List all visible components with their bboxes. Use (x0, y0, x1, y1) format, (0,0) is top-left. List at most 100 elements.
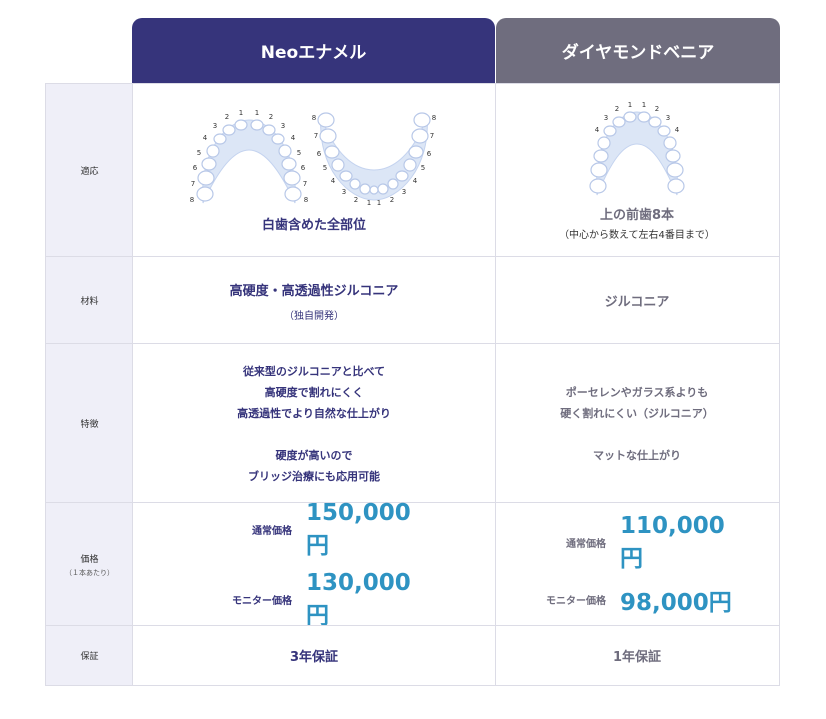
upper-jaw-diagram: 1 1 2 2 3 3 4 4 5 5 6 6 7 7 8 8 (190, 109, 308, 204)
row-scope: 適応 11 22 3 3 4 4 5 5 6 6 7 7 8 8 8 8 7 7… (45, 83, 780, 257)
feature-line: 硬く割れにくい（ジルコニア） (560, 406, 714, 420)
price-monitor-value: 98,000円 (620, 589, 732, 616)
row-label: 価格 （１本あたり） (45, 503, 133, 626)
row-label-sub: （１本あたり） (65, 568, 114, 577)
header-neo-enamel: Neoエナメル (132, 18, 495, 83)
feature-line: ポーセレンやガラス系よりも (565, 385, 709, 399)
svg-text:4: 4 (413, 177, 418, 185)
svg-text:7: 7 (314, 132, 318, 140)
row-label-text: 特徴 (80, 420, 99, 430)
feature-line: 従来型のジルコニアと比べて (242, 364, 386, 378)
feature-line: 硬度が高いので (275, 448, 353, 462)
svg-text:3: 3 (281, 122, 285, 130)
svg-text:1: 1 (367, 199, 371, 207)
svg-text:4: 4 (203, 134, 208, 142)
row-label-text: 価格 (80, 554, 99, 565)
svg-text:5: 5 (197, 149, 201, 157)
svg-text:5: 5 (297, 149, 301, 157)
header-diamond-veneer: ダイヤモンドベニア (496, 18, 780, 83)
feature-line: マットな仕上がり (593, 448, 681, 462)
feature-line: 高硬度で割れにくく (264, 385, 364, 399)
row-label: 適応 (45, 84, 133, 257)
price-regular: 通常価格 110,000円 (536, 513, 738, 573)
svg-text:8: 8 (432, 114, 436, 122)
upper-front-teeth-diagram: 1 1 2 2 3 3 4 4 (589, 101, 685, 196)
feature-line: 高透過性でより自然な仕上がり (237, 406, 391, 420)
warranty-diamond-text: 1年保証 (612, 650, 662, 665)
svg-text:1: 1 (628, 101, 632, 109)
material-neo-main: 高硬度・高透過性ジルコニア (229, 283, 399, 299)
material-neo-cell: 高硬度・高透過性ジルコニア （独自開発） (132, 257, 496, 344)
scope-diamond-sub: （中心から数えて左右4番目まで） (559, 230, 715, 241)
svg-text:3: 3 (402, 188, 406, 196)
svg-text:1: 1 (255, 109, 259, 117)
teeth-diagram-full: 11 22 33 44 55 66 77 88 8 8 7 7 6 6 5 5 … (189, 108, 439, 208)
warranty-neo-text: 3年保証 (289, 650, 339, 665)
svg-text:4: 4 (595, 126, 600, 134)
svg-text:3: 3 (342, 188, 346, 196)
features-neo-cell: 従来型のジルコニアと比べて 高硬度で割れにくく 高透過性でより自然な仕上がり 硬… (132, 344, 496, 503)
svg-text:3: 3 (213, 122, 217, 130)
price-monitor: モニター価格 98,000円 (536, 583, 738, 617)
features-diamond-cell: ポーセレンやガラス系よりも 硬く割れにくい（ジルコニア） マットな仕上がり (495, 344, 780, 503)
scope-neo-cell: 11 22 33 44 55 66 77 88 8 8 7 7 6 6 5 5 … (132, 84, 496, 257)
scope-diamond-main: 上の前歯8本 (599, 208, 675, 223)
price-monitor-value: 130,000円 (306, 569, 411, 629)
price-neo-cell: 通常価格 150,000円 モニター価格 130,000円 (132, 500, 496, 629)
feature-line: ブリッジ治療にも応用可能 (248, 469, 380, 483)
row-label: 保証 (45, 626, 133, 685)
svg-text:4: 4 (331, 177, 336, 185)
row-label-text: 材料 (80, 297, 99, 307)
price-regular: 通常価格 150,000円 (204, 500, 424, 560)
price-regular-value: 110,000円 (620, 512, 725, 572)
row-label: 材料 (45, 257, 133, 344)
row-label-text: 適応 (80, 167, 99, 177)
row-warranty: 保証 3年保証 1年保証 (45, 625, 780, 686)
lower-jaw-diagram: 8 8 7 7 6 6 5 5 4 4 3 3 2 2 11 (312, 112, 436, 207)
price-monitor: モニター価格 130,000円 (204, 570, 424, 630)
svg-text:6: 6 (427, 150, 432, 158)
svg-text:2: 2 (225, 113, 229, 121)
svg-text:3: 3 (604, 114, 608, 122)
scope-diamond-cell: 1 1 2 2 3 3 4 4 上の前歯8本 （中心から数えて左右4番目まで） (495, 84, 780, 257)
svg-text:2: 2 (615, 105, 619, 113)
price-monitor-label: モニター価格 (546, 596, 606, 607)
svg-text:7: 7 (303, 180, 307, 188)
svg-text:7: 7 (430, 132, 434, 140)
svg-text:1: 1 (642, 101, 646, 109)
svg-text:5: 5 (323, 164, 327, 172)
comparison-table: Neoエナメル ダイヤモンドベニア 適応 1 1 2 2 3 3 4 4 5 5… (45, 18, 780, 686)
material-diamond-cell: ジルコニア (495, 257, 780, 344)
svg-text:8: 8 (304, 196, 308, 204)
price-regular-label: 通常価格 (566, 539, 606, 550)
svg-text:4: 4 (675, 126, 680, 134)
svg-text:1: 1 (377, 199, 381, 207)
material-diamond-text: ジルコニア (604, 295, 670, 310)
svg-text:2: 2 (269, 113, 273, 121)
svg-text:4: 4 (291, 134, 296, 142)
price-regular-value: 150,000円 (306, 499, 411, 559)
scope-neo-text: 白歯含めた全部位 (261, 218, 366, 233)
svg-text:8: 8 (312, 114, 316, 122)
svg-text:3: 3 (666, 114, 670, 122)
svg-text:5: 5 (421, 164, 425, 172)
svg-text:6: 6 (317, 150, 322, 158)
price-monitor-label: モニター価格 (232, 596, 292, 607)
svg-text:1: 1 (239, 109, 243, 117)
row-material: 材料 高硬度・高透過性ジルコニア （独自開発） ジルコニア (45, 256, 780, 344)
warranty-diamond-cell: 1年保証 (495, 626, 780, 685)
row-label-text: 保証 (80, 652, 99, 662)
price-diamond-cell: 通常価格 110,000円 モニター価格 98,000円 (495, 503, 780, 626)
material-neo-sub: （独自開発） (284, 310, 344, 322)
svg-text:6: 6 (193, 164, 198, 172)
svg-text:2: 2 (390, 196, 394, 204)
svg-text:6: 6 (301, 164, 306, 172)
svg-text:2: 2 (655, 105, 659, 113)
svg-text:8: 8 (190, 196, 194, 204)
svg-text:7: 7 (191, 180, 195, 188)
svg-text:2: 2 (354, 196, 358, 204)
warranty-neo-cell: 3年保証 (132, 626, 496, 685)
row-price: 価格 （１本あたり） 通常価格 150,000円 モニター価格 130,000円… (45, 500, 780, 629)
row-label: 特徴 (45, 344, 133, 503)
price-regular-label: 通常価格 (252, 526, 292, 537)
